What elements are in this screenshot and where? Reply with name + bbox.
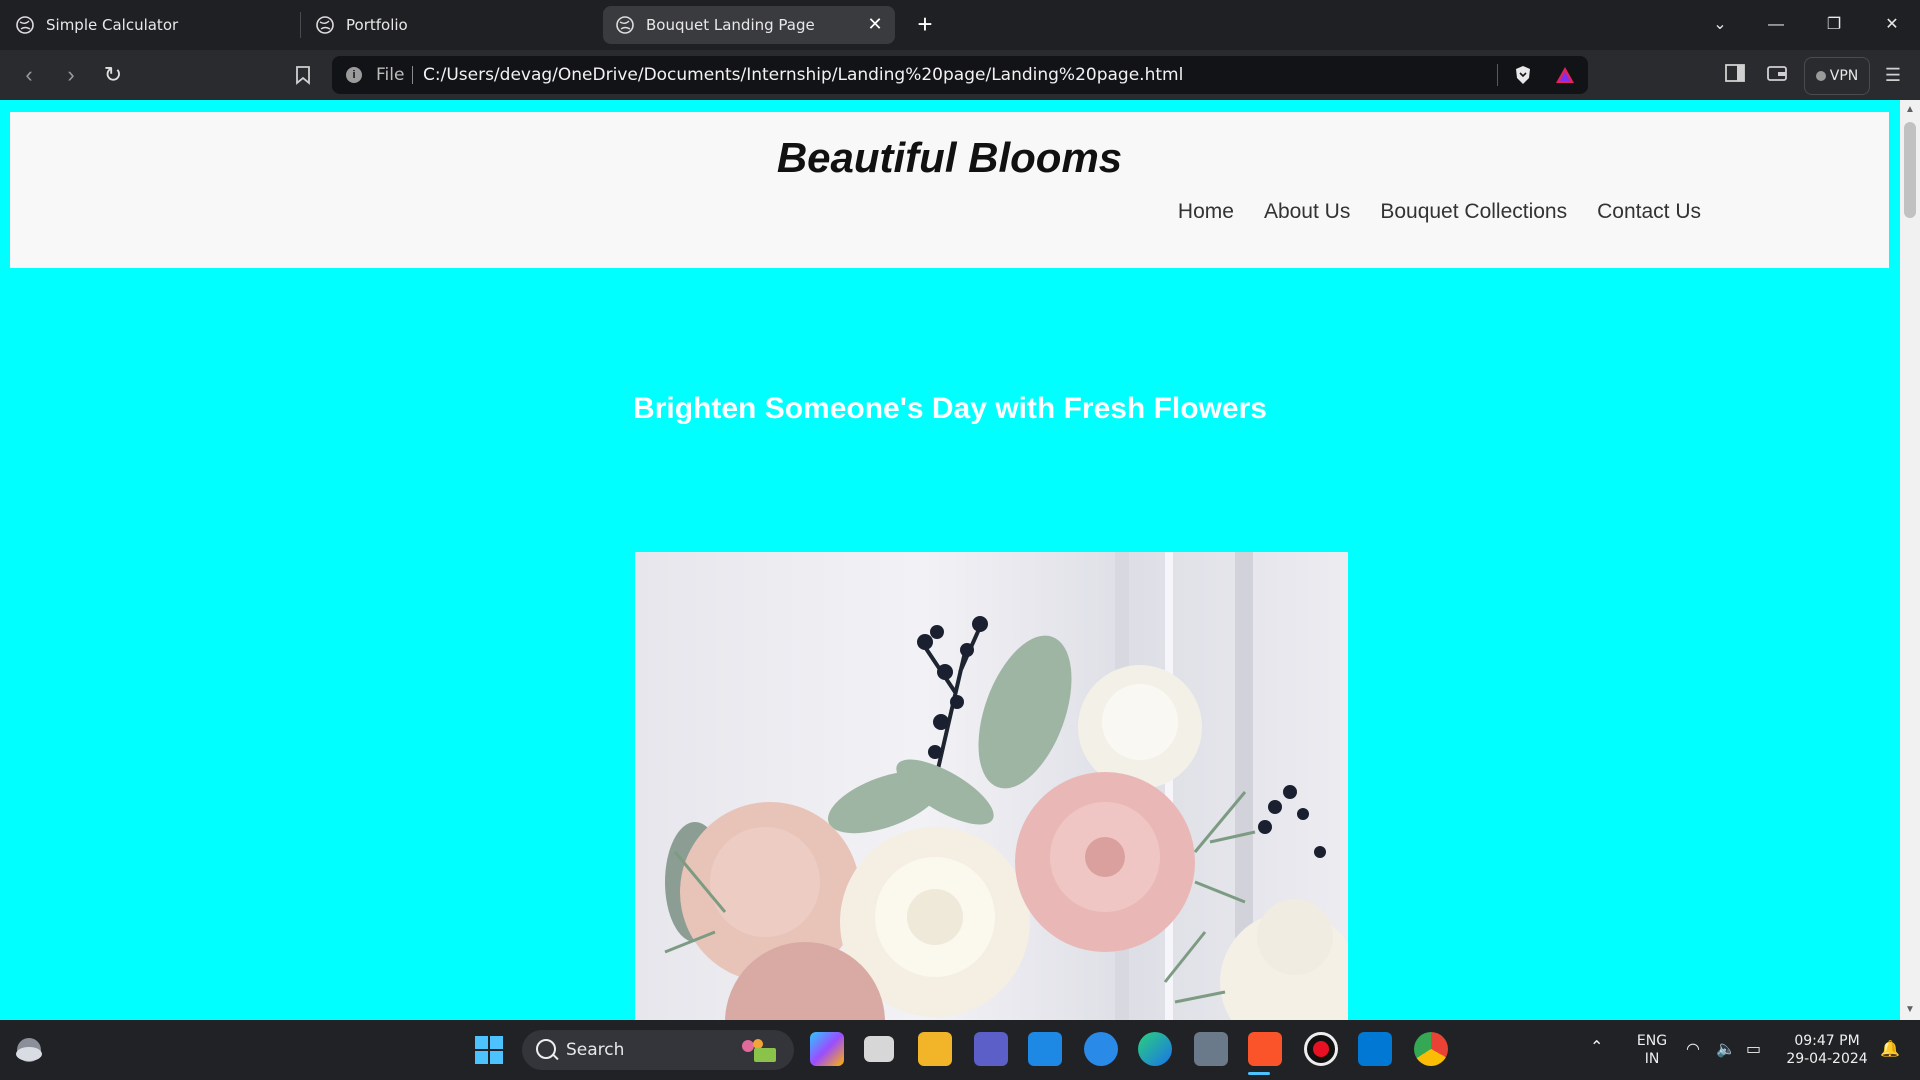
url-text[interactable]: C:/Users/devag/OneDrive/Documents/Intern… xyxy=(423,65,1183,85)
address-divider xyxy=(1497,64,1498,86)
tab-bouquet-landing-page[interactable]: Bouquet Landing Page ✕ xyxy=(603,6,895,44)
clock-date: 29-04-2024 xyxy=(1786,1051,1868,1067)
notification-bell-icon[interactable]: 🔔 xyxy=(1880,1040,1900,1058)
scroll-up-arrow-icon[interactable]: ▲ xyxy=(1900,102,1920,118)
close-window-icon[interactable]: ✕ xyxy=(1880,12,1904,38)
clock[interactable]: 09:47 PM 29-04-2024 xyxy=(1782,1032,1872,1068)
brave-shields-icon[interactable] xyxy=(1512,64,1534,86)
tab-divider xyxy=(300,12,301,38)
file-explorer-icon[interactable] xyxy=(918,1032,952,1066)
battery-icon[interactable]: ▭ xyxy=(1746,1040,1761,1058)
brave-browser-icon[interactable] xyxy=(1248,1032,1282,1066)
search-label: Search xyxy=(566,1040,625,1060)
tab-search-chevron-icon[interactable]: ⌄ xyxy=(1708,12,1732,38)
forward-arrow-icon[interactable]: › xyxy=(58,62,84,88)
language-code: ENG xyxy=(1636,1033,1668,1049)
bouquet-image xyxy=(635,552,1348,1020)
help-icon[interactable] xyxy=(1084,1032,1118,1066)
tab-simple-calculator[interactable]: Simple Calculator xyxy=(16,6,286,44)
search-icon xyxy=(536,1039,556,1059)
scheme-label: File xyxy=(376,65,405,85)
browser-toolbar: ‹ › ↻ i File C:/Users/devag/OneDrive/Doc… xyxy=(0,50,1920,100)
task-view-icon[interactable] xyxy=(864,1036,894,1062)
active-app-indicator xyxy=(1248,1072,1270,1075)
windows-taskbar: Search ⌃ ENG IN ◠ 🔈 ▭ 09:47 PM 29-04-202… xyxy=(0,1020,1920,1080)
hero-heading: Brighten Someone's Day with Fresh Flower… xyxy=(633,392,1267,425)
globe-icon xyxy=(316,16,334,34)
vpn-status-icon xyxy=(1815,71,1826,81)
nav-home-link[interactable]: Home xyxy=(1178,200,1234,224)
vpn-label: VPN xyxy=(1829,68,1859,84)
scrollbar-thumb[interactable] xyxy=(1904,122,1916,218)
nav-contact-us-link[interactable]: Contact Us xyxy=(1597,200,1701,224)
vpn-button[interactable]: VPN xyxy=(1804,57,1870,95)
new-tab-button[interactable]: + xyxy=(912,11,938,38)
tab-portfolio[interactable]: Portfolio xyxy=(316,6,586,44)
main-nav: Home About Us Bouquet Collections Contac… xyxy=(1178,200,1701,224)
myhp-icon[interactable] xyxy=(1028,1032,1062,1066)
show-hidden-icons-chevron-icon[interactable]: ⌃ xyxy=(1590,1038,1603,1056)
scroll-down-arrow-icon[interactable]: ▼ xyxy=(1900,1002,1920,1018)
tab-title: Portfolio xyxy=(346,16,408,34)
teams-icon[interactable] xyxy=(974,1032,1008,1066)
recorder-icon[interactable] xyxy=(1304,1032,1338,1066)
search-highlight-icon xyxy=(742,1039,776,1062)
chrome-icon[interactable] xyxy=(1414,1032,1448,1066)
bookmark-icon[interactable] xyxy=(290,62,316,88)
close-tab-icon[interactable]: ✕ xyxy=(865,15,885,35)
weather-icon[interactable] xyxy=(14,1036,44,1064)
edge-browser-icon[interactable] xyxy=(1138,1032,1172,1066)
windows-start-icon[interactable] xyxy=(474,1035,504,1065)
volume-muted-icon[interactable]: 🔈 xyxy=(1716,1040,1736,1058)
back-arrow-icon[interactable]: ‹ xyxy=(16,62,42,88)
globe-icon xyxy=(16,16,34,34)
taskbar-search-box[interactable]: Search xyxy=(522,1030,794,1070)
tab-title: Bouquet Landing Page xyxy=(646,16,815,34)
site-header: Beautiful Blooms Home About Us Bouquet C… xyxy=(10,112,1889,268)
page-viewport: Beautiful Blooms Home About Us Bouquet C… xyxy=(0,100,1900,1020)
menu-icon[interactable]: ☰ xyxy=(1882,64,1904,86)
restore-icon[interactable]: ❐ xyxy=(1822,12,1846,38)
nav-about-us-link[interactable]: About Us xyxy=(1264,200,1350,224)
region-code: IN xyxy=(1644,1051,1660,1067)
address-divider xyxy=(412,66,413,84)
minimize-icon[interactable]: — xyxy=(1764,12,1788,38)
site-info-icon[interactable]: i xyxy=(346,67,362,83)
reload-icon[interactable]: ↻ xyxy=(100,62,126,88)
sidebar-icon[interactable] xyxy=(1724,64,1746,86)
nav-bouquet-collections-link[interactable]: Bouquet Collections xyxy=(1380,200,1567,224)
wallet-icon[interactable] xyxy=(1766,64,1788,86)
tab-title: Simple Calculator xyxy=(46,16,179,34)
brave-rewards-icon[interactable] xyxy=(1554,64,1576,86)
tab-strip: Simple Calculator Portfolio Bouquet Land… xyxy=(0,0,1920,50)
copilot-app-icon[interactable] xyxy=(810,1032,844,1066)
vscode-icon[interactable] xyxy=(1358,1032,1392,1066)
clock-time: 09:47 PM xyxy=(1794,1033,1860,1049)
language-indicator[interactable]: ENG IN xyxy=(1632,1032,1672,1068)
camera-icon[interactable] xyxy=(1194,1032,1228,1066)
page-scrollbar[interactable]: ▲ ▼ xyxy=(1900,100,1920,1020)
globe-icon xyxy=(616,16,634,34)
site-title: Beautiful Blooms xyxy=(776,134,1123,181)
wifi-icon[interactable]: ◠ xyxy=(1686,1040,1700,1058)
address-bar[interactable]: i File C:/Users/devag/OneDrive/Documents… xyxy=(332,56,1588,94)
